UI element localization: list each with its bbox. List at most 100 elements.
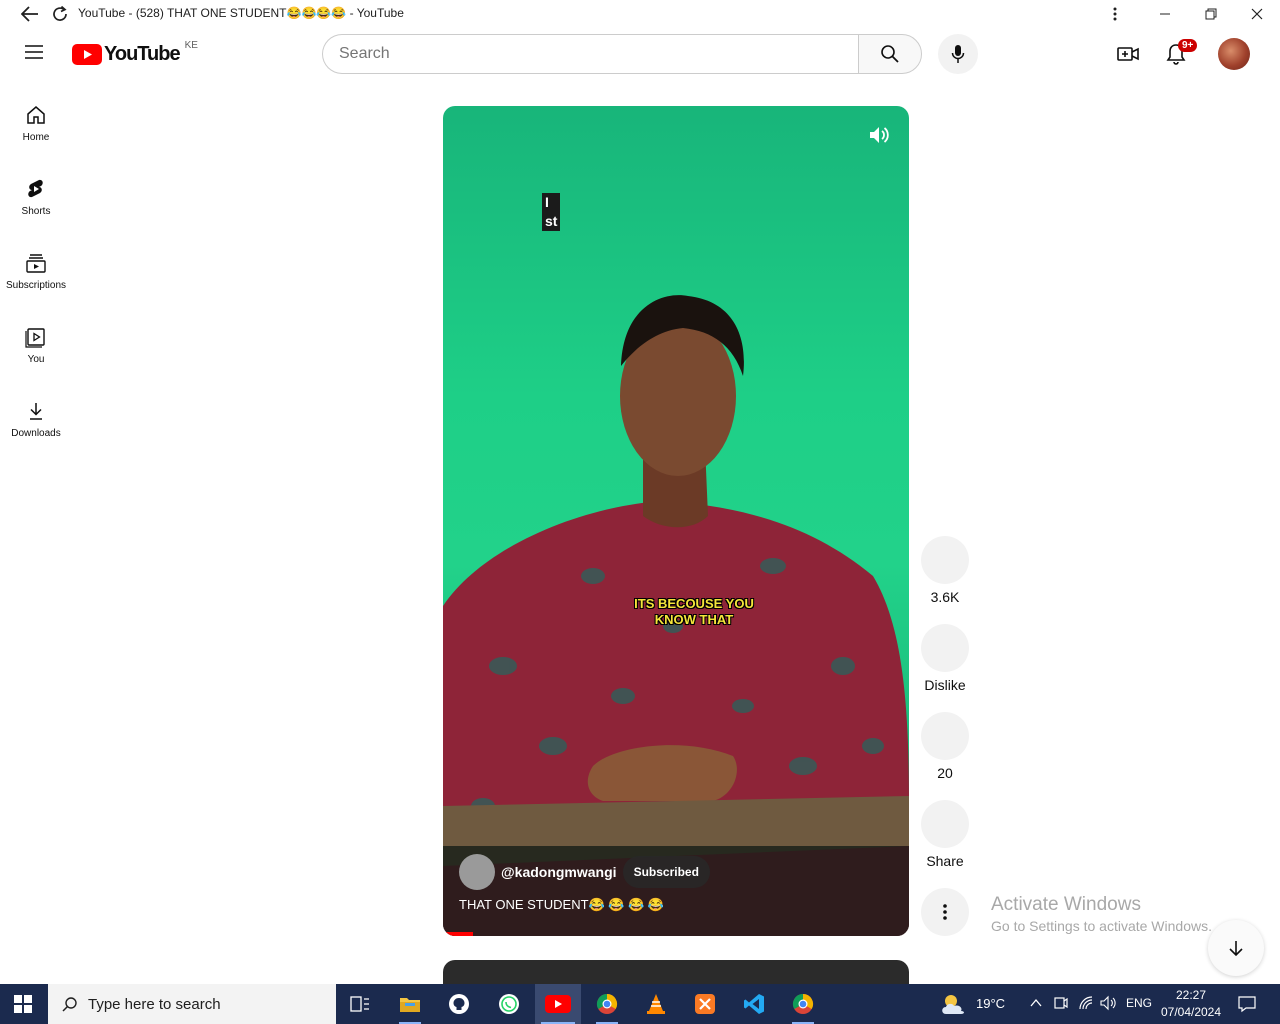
subscribed-button[interactable]: Subscribed: [622, 856, 710, 888]
share-label: Share: [926, 853, 964, 869]
share-icon: [921, 800, 969, 848]
masthead: YouTube KE 9+: [0, 28, 1280, 80]
like-button[interactable]: 3.6K: [915, 536, 975, 605]
avatar[interactable]: [1218, 38, 1250, 70]
video-caption: ITS BECOUSE YOU KNOW THAT: [634, 596, 754, 627]
arrow-down-icon: [1229, 941, 1243, 957]
download-icon: [30, 403, 42, 420]
comment-icon: [921, 712, 969, 760]
channel-avatar[interactable]: [459, 854, 495, 890]
youtube-logo[interactable]: YouTube KE: [72, 40, 198, 66]
sidebar-item-label: Downloads: [11, 428, 61, 439]
weather-widget[interactable]: [940, 992, 968, 1021]
youtube-play-icon: [545, 995, 571, 1013]
next-short-preview[interactable]: [443, 960, 909, 984]
folder-icon: [400, 998, 420, 1012]
file-explorer-app[interactable]: [387, 984, 433, 1024]
shorts-video-player[interactable]: I st ITS BECOUSE YOU KNOW THAT @kadongmw…: [443, 106, 909, 936]
chrome-icon: [792, 993, 814, 1014]
subscriptions-icon: [26, 254, 46, 273]
weather-temperature: 19°C: [976, 996, 1006, 1011]
cloudy-weather-icon: [942, 995, 964, 1014]
thumbs-down-icon: [921, 624, 969, 672]
youtube-app[interactable]: [535, 984, 581, 1024]
volume-button[interactable]: [867, 124, 891, 151]
xampp-app[interactable]: [682, 984, 728, 1024]
sidebar-item-you[interactable]: You: [0, 310, 72, 384]
sidebar-item-label: Home: [22, 132, 50, 143]
sidebar-item-downloads[interactable]: Downloads: [0, 384, 72, 458]
title-bar: YouTube - (528) THAT ONE STUDENT😂😂😂😂 - Y…: [0, 0, 1280, 28]
search-input[interactable]: [322, 34, 860, 74]
like-count: 3.6K: [930, 589, 960, 605]
chrome-icon: [596, 993, 618, 1014]
progress-bar[interactable]: [443, 932, 473, 936]
taskbar-search-placeholder: Type here to search: [88, 995, 221, 1013]
restore-icon[interactable]: [1201, 4, 1221, 24]
clock-time: 22:27: [1175, 988, 1207, 1002]
sidebar-item-shorts[interactable]: Shorts: [0, 162, 72, 236]
comments-button[interactable]: 20: [915, 712, 975, 781]
network-icon[interactable]: [1078, 995, 1094, 1016]
dislike-button[interactable]: Dislike: [915, 624, 975, 693]
close-icon[interactable]: [1247, 4, 1267, 24]
you-icon: [25, 328, 45, 348]
whatsapp-app[interactable]: [486, 984, 532, 1024]
sidebar-item-label: You: [27, 354, 45, 365]
logo-text: YouTube: [104, 43, 181, 65]
task-view-icon: [350, 996, 369, 1012]
channel-name[interactable]: @kadongmwangi: [501, 864, 617, 880]
more-actions-button[interactable]: [921, 888, 969, 936]
notifications-button[interactable]: 9+: [1164, 39, 1198, 68]
next-video-button[interactable]: [1208, 920, 1264, 976]
windows-logo-icon: [14, 995, 32, 1013]
notification-center-icon: [1238, 996, 1256, 1013]
vlc-cone-icon: [647, 994, 665, 1014]
taskbar-search-box[interactable]: Type here to search: [48, 984, 336, 1024]
search-button[interactable]: [858, 34, 922, 74]
thumbs-up-icon: [921, 536, 969, 584]
short-title[interactable]: THAT ONE STUDENT😂 😂 😂 😂: [459, 897, 664, 913]
sidebar-item-label: Shorts: [21, 206, 51, 217]
microphone-icon: [951, 45, 965, 63]
search-icon: [881, 45, 899, 63]
back-icon[interactable]: [20, 4, 40, 24]
reload-icon[interactable]: [50, 4, 70, 24]
sidebar-item-label: Subscriptions: [5, 280, 67, 291]
chevron-up-icon: [1030, 998, 1042, 1007]
clock-date: 07/04/2024: [1160, 1005, 1222, 1019]
country-code: KE: [184, 40, 198, 51]
on-screen-text: I st: [542, 193, 561, 231]
notification-badge: 9+: [1178, 39, 1198, 52]
menu-icon[interactable]: [24, 44, 48, 64]
start-button[interactable]: [0, 984, 46, 1024]
more-options-icon[interactable]: [1105, 4, 1125, 24]
share-button[interactable]: Share: [915, 800, 975, 869]
windows-taskbar: Type here to search 19°C ENG 22:27 07/04…: [0, 984, 1280, 1024]
minimize-icon[interactable]: [1155, 4, 1175, 24]
language-indicator[interactable]: ENG: [1126, 996, 1152, 1010]
activate-windows-watermark: Activate Windows Go to Settings to activ…: [991, 894, 1212, 934]
github-app[interactable]: [436, 984, 482, 1024]
dislike-label: Dislike: [924, 677, 966, 693]
vscode-app[interactable]: [731, 984, 777, 1024]
volume-tray-icon[interactable]: [1100, 995, 1118, 1016]
github-icon: [449, 994, 469, 1014]
youtube-play-icon: [72, 44, 102, 65]
chrome-app[interactable]: [584, 984, 630, 1024]
comments-count: 20: [937, 765, 953, 781]
create-button[interactable]: [1116, 42, 1140, 71]
voice-search-button[interactable]: [938, 34, 978, 74]
meet-now-icon[interactable]: [1054, 995, 1068, 1016]
task-view-button[interactable]: [337, 984, 383, 1024]
xampp-icon: [695, 994, 715, 1014]
vlc-app[interactable]: [633, 984, 679, 1024]
window-title: YouTube - (528) THAT ONE STUDENT😂😂😂😂 - Y…: [78, 6, 404, 20]
chrome-app-2[interactable]: [780, 984, 826, 1024]
whatsapp-icon: [499, 994, 519, 1014]
sidebar-item-home[interactable]: Home: [0, 88, 72, 162]
tray-overflow-button[interactable]: [1030, 996, 1042, 1014]
sidebar-item-subscriptions[interactable]: Subscriptions: [0, 236, 72, 310]
action-center-button[interactable]: [1238, 995, 1256, 1018]
clock[interactable]: 22:27 07/04/2024: [1160, 987, 1222, 1021]
